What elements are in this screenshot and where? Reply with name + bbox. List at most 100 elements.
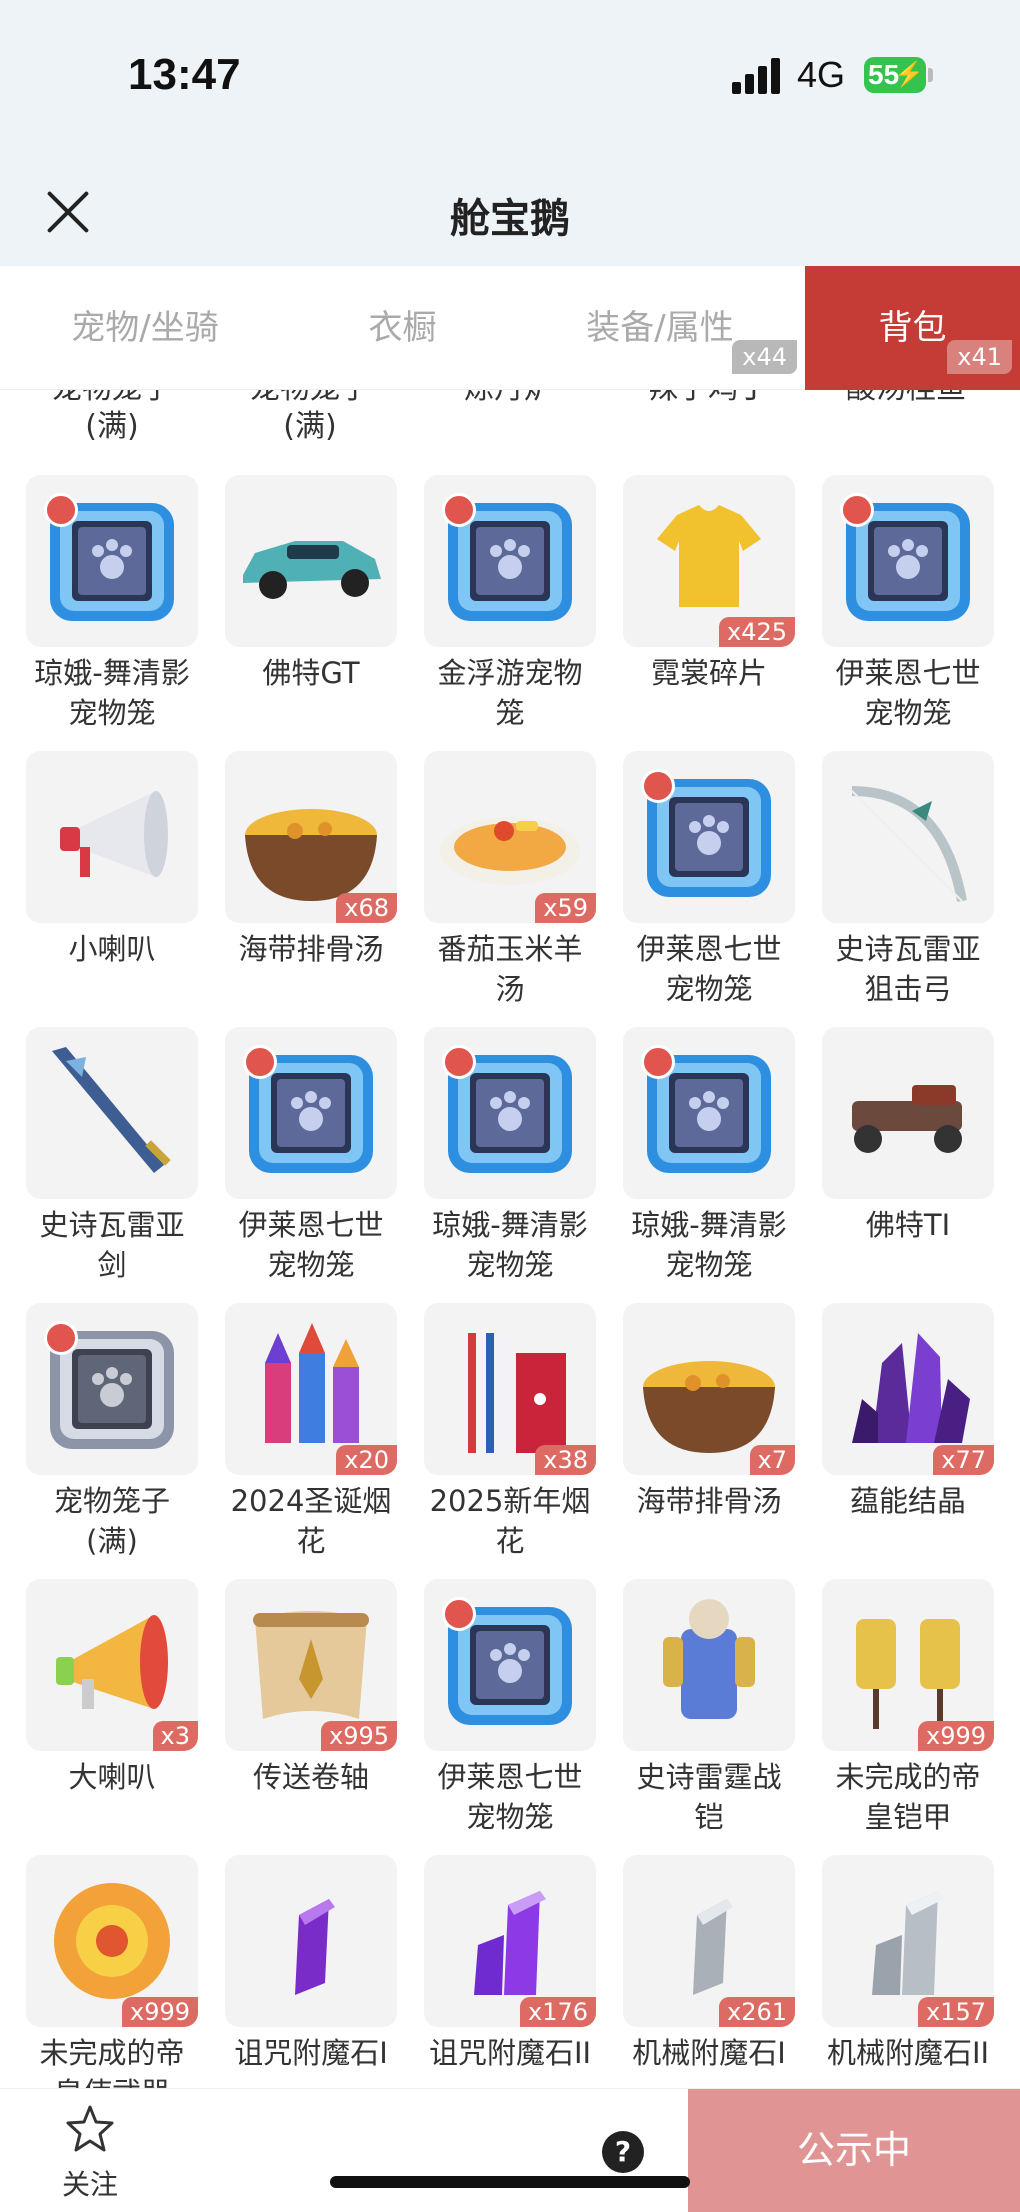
quantity-badge: x7 — [749, 1445, 795, 1475]
inventory-item[interactable]: x425 霓裳碎片 — [623, 475, 795, 693]
inventory-item[interactable]: 伊莱恩七世 宠物笼 — [424, 1579, 596, 1837]
pet-badge-icon — [641, 1045, 675, 1079]
inventory-item[interactable]: x38 2025新年烟 花 — [424, 1303, 596, 1561]
quantity-badge: x995 — [320, 1721, 397, 1751]
help-icon[interactable]: ? — [602, 2131, 644, 2173]
inventory-item[interactable]: x999 未完成的帝 皇铠甲 — [822, 1579, 994, 1837]
inventory-item[interactable]: 琼娥-舞清影 宠物笼 — [26, 475, 198, 733]
inventory-item[interactable]: 诅咒附魔石I — [225, 1855, 397, 2073]
tab-pets-mounts[interactable]: 宠物/坐骑 — [0, 266, 290, 390]
item-name: 霓裳碎片 — [650, 656, 767, 690]
tab-bar: 宠物/坐骑 衣橱 装备/属性 x44 背包 x41 — [0, 266, 1020, 390]
item-name: 金浮游宠物 笼 — [437, 656, 583, 730]
inventory-item[interactable]: x68 海带排骨汤 — [225, 751, 397, 969]
inventory-item[interactable]: 琼娥-舞清影 宠物笼 — [623, 1027, 795, 1285]
megaphone-icon — [26, 751, 198, 923]
scroll-icon: x995 — [225, 1579, 397, 1751]
inventory-item[interactable]: x995 传送卷轴 — [225, 1579, 397, 1797]
inventory-item[interactable]: x3 大喇叭 — [26, 1579, 198, 1797]
item-name: 传送卷轴 — [252, 1760, 369, 1794]
item-name: 诅咒附魔石II — [428, 2036, 592, 2070]
inventory-item[interactable]: 史诗雷霆战 铠 — [623, 1579, 795, 1837]
silver-gem-icon: x261 — [623, 1855, 795, 2027]
pet-badge-icon — [641, 769, 675, 803]
inventory-item[interactable]: 史诗瓦雷亚 狙击弓 — [822, 751, 994, 1009]
inventory-item[interactable]: x7 海带排骨汤 — [623, 1303, 795, 1521]
pet-cage-icon — [424, 1027, 596, 1199]
pet-cage-icon — [424, 1579, 596, 1751]
sword-icon — [26, 1027, 198, 1199]
inventory-item[interactable]: 伊莱恩七世 宠物笼 — [623, 751, 795, 1009]
status-bar: 13:47 4G 55 ⚡ — [0, 0, 1020, 170]
tab-equipment[interactable]: 装备/属性 x44 — [515, 266, 805, 390]
item-name: 伊莱恩七世 宠物笼 — [636, 932, 782, 1006]
bow-icon — [822, 751, 994, 923]
inventory-item[interactable]: 伊莱恩七世 宠物笼 — [225, 1027, 397, 1285]
pet-badge-icon — [243, 1045, 277, 1079]
inventory-item[interactable]: x20 2024圣诞烟 花 — [225, 1303, 397, 1561]
quantity-badge: x176 — [519, 1997, 596, 2027]
purple-gem-icon — [225, 1855, 397, 2027]
quantity-badge: x68 — [336, 893, 397, 923]
item-name: 2024圣诞烟 花 — [230, 1484, 392, 1558]
item-name: 2025新年烟 花 — [429, 1484, 591, 1558]
page-title: 舱宝鹅 — [450, 196, 570, 242]
item-name: 辣子鸡丁 — [613, 390, 803, 408]
item-name: 宠物笼子 (满) — [52, 390, 172, 444]
inventory-item[interactable]: 宠物笼子 (满) — [26, 1303, 198, 1561]
armor-icon — [623, 1579, 795, 1751]
megaphone-big-icon: x3 — [26, 1579, 198, 1751]
quantity-badge: x59 — [535, 893, 596, 923]
tab-label: 背包 — [878, 308, 947, 348]
home-indicator[interactable] — [330, 2176, 690, 2188]
item-name: 琼娥-舞清影 宠物笼 — [34, 656, 190, 730]
item-name: 番茄玉米羊 汤 — [437, 932, 583, 1006]
inventory-item[interactable]: 史诗瓦雷亚 剑 — [26, 1027, 198, 1285]
inventory-item[interactable]: x77 蕴能结晶 — [822, 1303, 994, 1521]
pet-badge-icon — [44, 1321, 78, 1355]
item-name: 机械附魔石II — [826, 2036, 990, 2070]
inventory-list[interactable]: 宠物笼子 (满) 宠物笼子 (满) 炼丹炉 辣子鸡丁 酸汤桂鱼 琼娥-舞清影 宠… — [0, 390, 1020, 2088]
armor-stand-icon: x999 — [822, 1579, 994, 1751]
soup-icon: x68 — [225, 751, 397, 923]
item-name: 佛特GT — [262, 656, 360, 690]
inventory-item[interactable]: x999 未完成的帝 皇使武器 — [26, 1855, 198, 2088]
pet-badge-icon — [442, 493, 476, 527]
car-old-icon — [822, 1027, 994, 1199]
item-name: 小喇叭 — [68, 932, 156, 966]
inventory-item[interactable]: x261 机械附魔石I — [623, 1855, 795, 2073]
item-name: 未完成的帝 皇使武器 — [39, 2036, 185, 2088]
item-name: 大喇叭 — [68, 1760, 156, 1794]
inventory-item[interactable]: 伊莱恩七世 宠物笼 — [822, 475, 994, 733]
quantity-badge: x157 — [917, 1997, 994, 2027]
inventory-item[interactable]: 佛特TI — [822, 1027, 994, 1245]
firework-box-icon: x38 — [424, 1303, 596, 1475]
inventory-item[interactable]: x157 机械附魔石II — [822, 1855, 994, 2073]
shirt-icon: x425 — [623, 475, 795, 647]
inventory-item[interactable]: 琼娥-舞清影 宠物笼 — [424, 1027, 596, 1285]
item-name: 佛特TI — [865, 1208, 951, 1242]
inventory-item[interactable]: 金浮游宠物 笼 — [424, 475, 596, 733]
battery-icon: 55 ⚡ — [864, 57, 926, 93]
item-name: 机械附魔石I — [632, 2036, 786, 2070]
purple-gem2-icon: x176 — [424, 1855, 596, 2027]
public-notice-button[interactable]: 公示中 — [688, 2089, 1020, 2212]
tab-backpack[interactable]: 背包 x41 — [805, 266, 1020, 390]
soup-plate-icon: x59 — [424, 751, 596, 923]
follow-button[interactable]: 关注 — [60, 2103, 120, 2203]
inventory-item[interactable]: x176 诅咒附魔石II — [424, 1855, 596, 2073]
item-name: 史诗雷霆战 铠 — [636, 1760, 782, 1834]
inventory-item[interactable]: x59 番茄玉米羊 汤 — [424, 751, 596, 1009]
tab-wardrobe[interactable]: 衣橱 — [290, 266, 515, 390]
tab-label: 宠物/坐骑 — [71, 308, 219, 348]
item-name: 未完成的帝 皇铠甲 — [835, 1760, 981, 1834]
crystal-cluster-icon: x77 — [822, 1303, 994, 1475]
item-name: 炼丹炉 — [414, 390, 604, 408]
silver-gem2-icon: x157 — [822, 1855, 994, 2027]
follow-label: 关注 — [61, 2168, 118, 2201]
status-time: 13:47 — [128, 50, 241, 99]
inventory-item[interactable]: 小喇叭 — [26, 751, 198, 969]
inventory-item[interactable]: 佛特GT — [225, 475, 397, 693]
partial-row: 宠物笼子 (满) 宠物笼子 (满) 炼丹炉 辣子鸡丁 酸汤桂鱼 — [0, 390, 1020, 444]
item-name: 宠物笼子 (满) — [53, 1484, 170, 1558]
